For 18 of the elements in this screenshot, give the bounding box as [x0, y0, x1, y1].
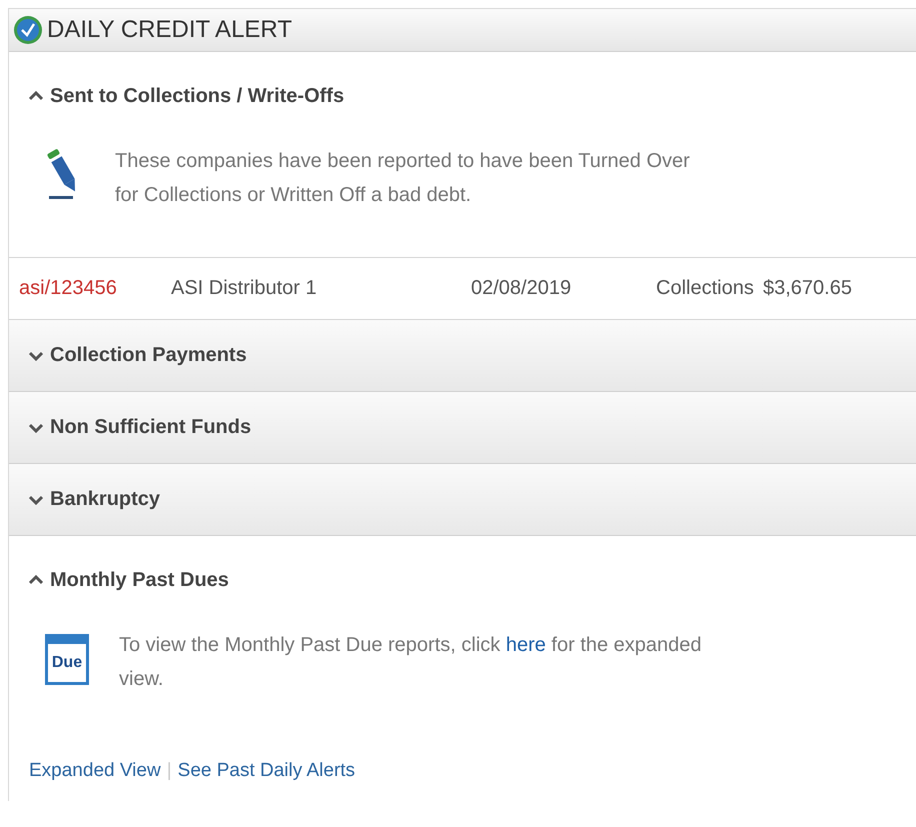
section-header[interactable]: Bankruptcy: [9, 464, 916, 535]
footer-link[interactable]: Expanded View: [29, 760, 161, 782]
here-link[interactable]: here: [506, 634, 546, 656]
description-text: To view the Monthly Past Due reports, click here for the expanded view.: [119, 633, 703, 692]
company-name-cell-text: ASI Distributor 1: [171, 277, 318, 300]
date-cell-text: 02/08/2019: [471, 277, 572, 300]
section-header[interactable]: Sent to Collections / Write-Offs: [9, 52, 916, 124]
link-separator: |: [166, 760, 172, 782]
section-header[interactable]: Monthly Past Dues: [9, 536, 916, 608]
calendar-icon: Due: [45, 634, 89, 685]
account-id-cell-text: asi/123456: [19, 277, 118, 300]
description-text: These companies have been reported to have been Turned Over for Collections or Written Off a bad debt.: [115, 149, 691, 208]
status-cell-text: Collections: [656, 277, 755, 300]
amount-cell: $3,670.65: [763, 277, 852, 300]
footer-link[interactable]: See Past Daily Alerts: [178, 760, 356, 782]
panel-title: DAILY CREDIT ALERT: [47, 16, 292, 44]
section-header[interactable]: Non Sufficient Funds: [9, 392, 916, 463]
section-header[interactable]: Collection Payments: [9, 320, 916, 391]
